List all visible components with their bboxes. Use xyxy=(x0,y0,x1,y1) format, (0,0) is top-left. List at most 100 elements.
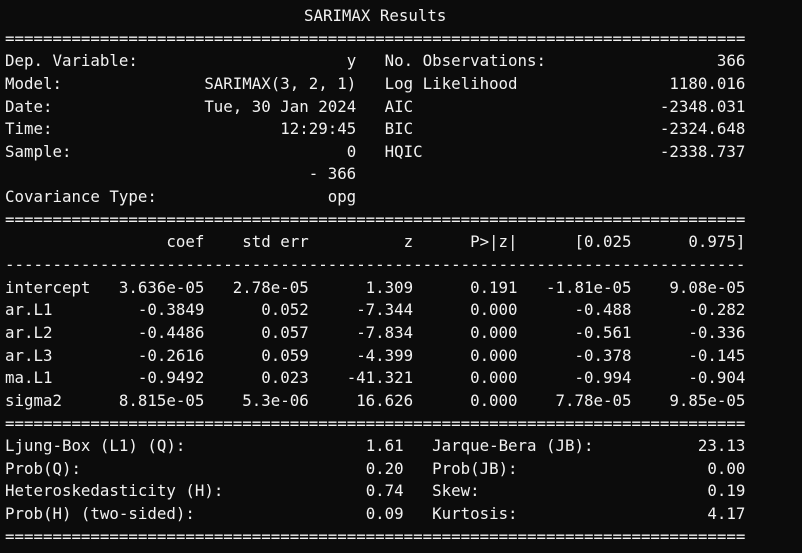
param-value: 16.626 xyxy=(356,390,414,410)
diagnostic-row: Ljung-Box (L1) (Q): 1.61 Jarque-Bera (JB):… xyxy=(5,435,745,458)
param-name: ar.L1 xyxy=(5,300,53,320)
info-value: Tue, 30 Jan 2024 xyxy=(204,96,357,116)
param-name: ar.L2 xyxy=(5,322,53,342)
param-value: 7.78e-05 xyxy=(555,390,632,410)
model-info-row: - 366 xyxy=(5,163,745,186)
model-info-row: Model: SARIMAX(3, 2, 1) Log Likelihood 1180… xyxy=(5,73,745,96)
double-separator: ========================================… xyxy=(5,28,745,51)
diag-label-2: Skew: xyxy=(432,481,480,501)
model-info-row: Covariance Type: opg xyxy=(5,186,745,209)
column-header: [0.025 xyxy=(574,232,632,252)
info-label-2: BIC xyxy=(384,119,414,139)
param-value: 1.309 xyxy=(365,277,414,297)
info-value: 0 xyxy=(346,141,357,161)
diag-label: Heteroskedasticity (H): xyxy=(5,481,224,501)
param-name: intercept xyxy=(5,277,91,297)
param-name: ma.L1 xyxy=(5,368,53,388)
info-value-2: -2324.648 xyxy=(659,119,746,139)
info-value-2: -2338.737 xyxy=(659,141,746,161)
column-header: P>|z| xyxy=(470,232,518,252)
param-value: 0.000 xyxy=(470,390,518,410)
column-header: std err xyxy=(242,232,309,252)
diag-label-2: Kurtosis: xyxy=(432,504,518,524)
diagnostic-row: Prob(Q): 0.20 Prob(JB): 0.00 xyxy=(5,458,745,481)
info-label-2: Log Likelihood xyxy=(384,73,518,93)
diag-label-2: Prob(JB): xyxy=(432,458,518,478)
param-row: intercept 3.636e-05 2.78e-05 1.309 0.191 -1.8… xyxy=(5,277,745,300)
info-label-2: AIC xyxy=(384,96,414,116)
diag-value: 0.09 xyxy=(365,504,404,524)
column-header: 0.975] xyxy=(688,232,746,252)
param-row: ar.L3 -0.2616 0.059 -4.399 0.000 -0.378 -0.145 xyxy=(5,345,745,368)
info-label: Dep. Variable: xyxy=(5,51,138,71)
column-header: z xyxy=(403,232,414,252)
param-row: ma.L1 -0.9492 0.023 -41.321 0.000 -0.994 -0.90… xyxy=(5,367,745,390)
param-value: -7.834 xyxy=(356,322,414,342)
param-value: -0.904 xyxy=(688,368,746,388)
separator-text: ========================================… xyxy=(5,526,746,546)
info-value: - 366 xyxy=(308,164,357,184)
param-value: -0.282 xyxy=(688,300,746,320)
param-value: 5.3e-06 xyxy=(242,390,309,410)
info-label-2: No. Observations: xyxy=(384,51,547,71)
info-value-2: -2348.031 xyxy=(659,96,746,116)
terminal-output: SARIMAX Results =========================… xyxy=(5,5,745,548)
param-value: -0.488 xyxy=(574,300,632,320)
diag-value: 1.61 xyxy=(365,436,404,456)
param-value: 9.85e-05 xyxy=(669,390,746,410)
param-row: sigma2 8.815e-05 5.3e-06 16.626 0.000 7.78e-0… xyxy=(5,390,745,413)
param-value: -0.145 xyxy=(688,345,746,365)
diag-label: Prob(Q): xyxy=(5,458,81,478)
param-value: -0.561 xyxy=(574,322,632,342)
info-value: SARIMAX(3, 2, 1) xyxy=(204,73,357,93)
param-value: 0.059 xyxy=(261,345,309,365)
info-value-2: 366 xyxy=(716,51,746,71)
param-value: 0.000 xyxy=(470,300,518,320)
diag-label: Ljung-Box (L1) (Q): xyxy=(5,436,186,456)
param-value: -0.3849 xyxy=(137,300,205,320)
column-header: coef xyxy=(166,232,205,252)
params-header: coef std err z P>|z| [0.025 0.975] xyxy=(5,231,745,254)
param-value: 0.052 xyxy=(261,300,309,320)
param-name: ar.L3 xyxy=(5,345,53,365)
param-value: -0.336 xyxy=(688,322,746,342)
double-separator: ========================================… xyxy=(5,526,745,549)
diag-value-2: 0.19 xyxy=(707,481,746,501)
diagnostic-row: Prob(H) (two-sided): 0.09 Kurtosis: 4.17 xyxy=(5,503,745,526)
param-value: 0.000 xyxy=(470,322,518,342)
double-separator: ========================================… xyxy=(5,209,745,232)
param-value: 8.815e-05 xyxy=(118,390,205,410)
model-info-row: Sample: 0 HQIC -2338.737 xyxy=(5,141,745,164)
info-label: Date: xyxy=(5,96,53,116)
separator-text: ========================================… xyxy=(5,209,746,229)
param-name: sigma2 xyxy=(5,390,62,410)
info-label: Covariance Type: xyxy=(5,187,157,207)
info-label: Time: xyxy=(5,119,53,139)
diagnostic-row: Heteroskedasticity (H): 0.74 Skew: 0.19 xyxy=(5,480,745,503)
single-separator: ----------------------------------------… xyxy=(5,254,745,277)
double-separator: ========================================… xyxy=(5,413,745,436)
diag-value: 0.20 xyxy=(365,458,404,478)
param-value: 0.057 xyxy=(261,322,309,342)
param-value: 0.000 xyxy=(470,368,518,388)
param-value: -0.378 xyxy=(574,345,632,365)
results-title: SARIMAX Results xyxy=(303,6,447,25)
info-label: Sample: xyxy=(5,141,72,161)
diag-label-2: Jarque-Bera (JB): xyxy=(432,436,594,456)
param-value: -0.2616 xyxy=(137,345,205,365)
param-value: -7.344 xyxy=(356,300,414,320)
param-value: 0.191 xyxy=(470,277,518,297)
param-value: -1.81e-05 xyxy=(546,277,632,297)
diag-value: 0.74 xyxy=(365,481,404,501)
param-value: -0.4486 xyxy=(137,322,205,342)
separator-text: ========================================… xyxy=(5,28,746,48)
param-value: -0.9492 xyxy=(137,368,205,388)
separator-text: ----------------------------------------… xyxy=(5,255,746,275)
info-value: y xyxy=(346,51,357,71)
param-row: ar.L2 -0.4486 0.057 -7.834 0.000 -0.561 -0.336 xyxy=(5,322,745,345)
param-value: 0.023 xyxy=(261,368,309,388)
param-row: ar.L1 -0.3849 0.052 -7.344 0.000 -0.488 -0.282 xyxy=(5,299,745,322)
diag-value-2: 4.17 xyxy=(707,504,746,524)
info-value: 12:29:45 xyxy=(280,119,357,139)
param-value: -41.321 xyxy=(346,368,414,388)
